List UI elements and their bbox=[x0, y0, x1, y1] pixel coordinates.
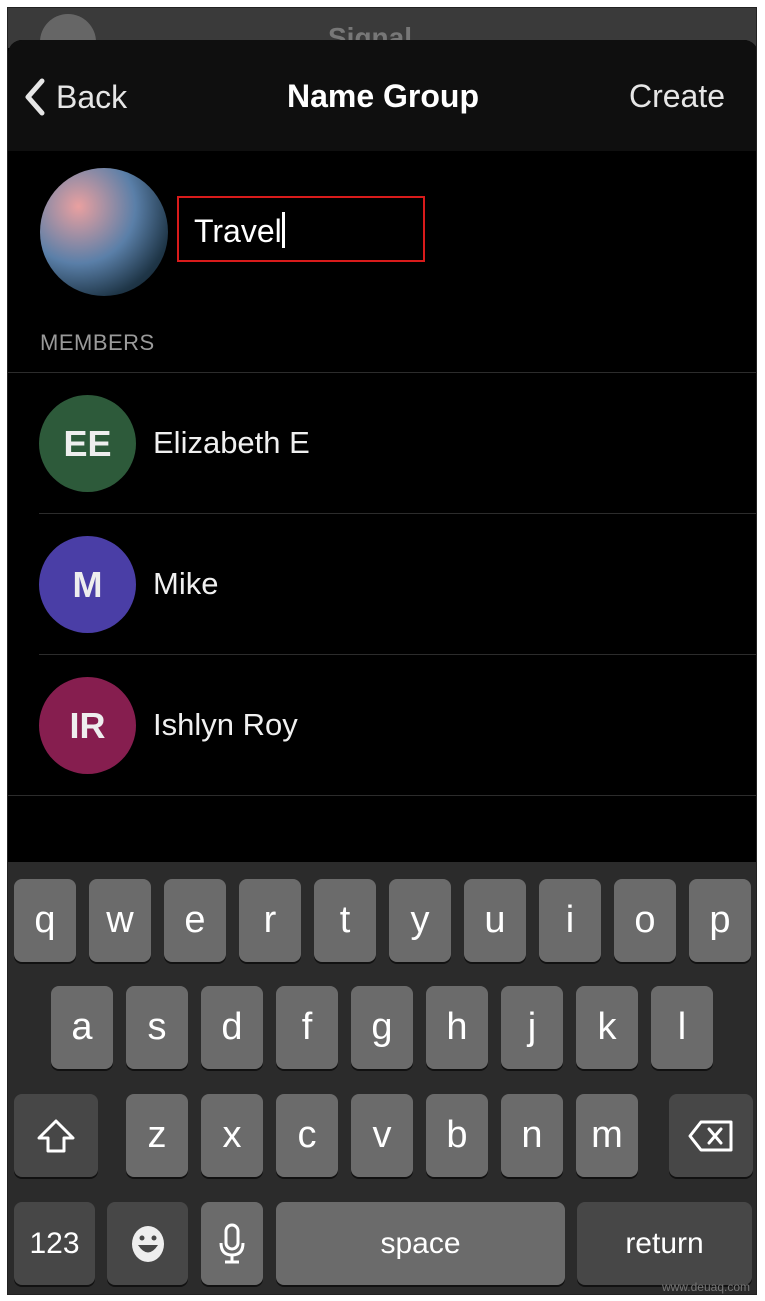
create-button[interactable]: Create bbox=[629, 78, 725, 115]
key-f[interactable]: f bbox=[276, 986, 338, 1069]
key-x[interactable]: x bbox=[201, 1094, 263, 1177]
backspace-key[interactable] bbox=[669, 1094, 753, 1177]
backspace-icon bbox=[688, 1120, 733, 1151]
members-header: MEMBERS bbox=[40, 330, 155, 355]
member-avatar: EE bbox=[39, 395, 136, 492]
key-c[interactable]: c bbox=[276, 1094, 338, 1177]
key-m[interactable]: m bbox=[576, 1094, 638, 1177]
key-t[interactable]: t bbox=[314, 879, 376, 962]
member-name: Ishlyn Roy bbox=[153, 707, 298, 742]
group-name-value: Travel bbox=[194, 213, 282, 249]
key-q[interactable]: q bbox=[14, 879, 76, 962]
dictation-key[interactable] bbox=[201, 1202, 263, 1285]
key-z[interactable]: z bbox=[126, 1094, 188, 1177]
key-a[interactable]: a bbox=[51, 986, 113, 1069]
key-u[interactable]: u bbox=[464, 879, 526, 962]
key-s[interactable]: s bbox=[126, 986, 188, 1069]
emoji-icon bbox=[131, 1225, 164, 1262]
key-v[interactable]: v bbox=[351, 1094, 413, 1177]
navigation-bar: Back Name Group Create bbox=[8, 40, 756, 151]
name-group-sheet: Back Name Group Create Travel MEMBERS qw… bbox=[8, 40, 756, 1294]
key-l[interactable]: l bbox=[651, 986, 713, 1069]
key-n[interactable]: n bbox=[501, 1094, 563, 1177]
text-cursor bbox=[281, 212, 285, 248]
key-w[interactable]: w bbox=[89, 879, 151, 962]
space-key[interactable]: space bbox=[276, 1202, 565, 1285]
key-y[interactable]: y bbox=[389, 879, 451, 962]
phone-screen: Signal Back Name Group Create Travel MEM… bbox=[7, 7, 757, 1295]
key-g[interactable]: g bbox=[351, 986, 413, 1069]
key-i[interactable]: i bbox=[539, 879, 601, 962]
key-r[interactable]: r bbox=[239, 879, 301, 962]
key-k[interactable]: k bbox=[576, 986, 638, 1069]
member-name: Mike bbox=[153, 566, 219, 601]
key-j[interactable]: j bbox=[501, 986, 563, 1069]
key-b[interactable]: b bbox=[426, 1094, 488, 1177]
key-d[interactable]: d bbox=[201, 986, 263, 1069]
member-avatar: IR bbox=[39, 677, 136, 774]
return-key[interactable]: return bbox=[577, 1202, 752, 1285]
divider bbox=[8, 795, 756, 796]
key-e[interactable]: e bbox=[164, 879, 226, 962]
key-h[interactable]: h bbox=[426, 986, 488, 1069]
microphone-icon bbox=[219, 1223, 245, 1263]
member-name: Elizabeth E bbox=[153, 425, 310, 460]
emoji-key[interactable] bbox=[107, 1202, 188, 1285]
shift-key[interactable] bbox=[14, 1094, 98, 1177]
keyboard: q w e r t y u i o p a s d f g h j k l z x c v b n m 123 space return bbox=[8, 862, 756, 1294]
member-row[interactable]: M Mike bbox=[8, 514, 756, 654]
numbers-key[interactable]: 123 bbox=[14, 1202, 95, 1285]
key-o[interactable]: o bbox=[614, 879, 676, 962]
member-row[interactable]: IR Ishlyn Roy bbox=[8, 655, 756, 795]
group-name-input[interactable]: Travel bbox=[177, 196, 425, 262]
key-p[interactable]: p bbox=[689, 879, 751, 962]
watermark: www.deuaq.com bbox=[661, 1280, 750, 1294]
member-row[interactable]: EE Elizabeth E bbox=[8, 373, 756, 513]
shift-icon bbox=[37, 1119, 75, 1152]
member-avatar: M bbox=[39, 536, 136, 633]
group-avatar[interactable] bbox=[40, 168, 168, 296]
